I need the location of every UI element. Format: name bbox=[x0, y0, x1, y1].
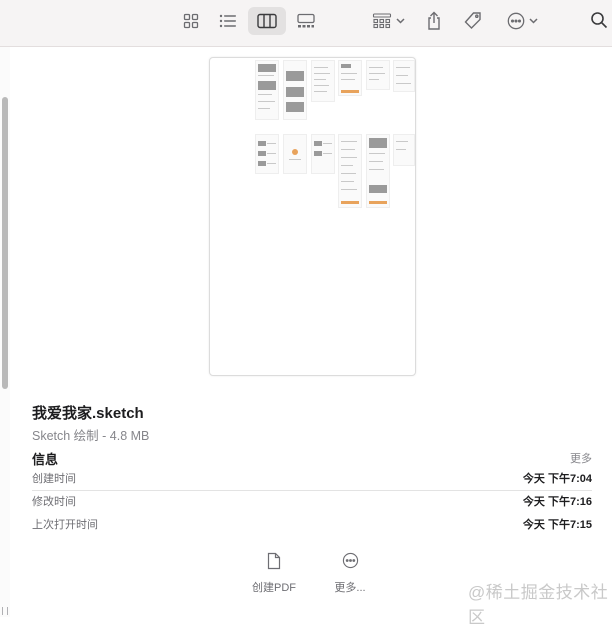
document-icon bbox=[267, 552, 281, 570]
scrollbar-thumb[interactable] bbox=[2, 97, 8, 389]
search-icon bbox=[591, 12, 608, 29]
info-row-last-opened: 上次打开时间 今天 下午7:15 bbox=[32, 514, 592, 536]
list-icon bbox=[219, 14, 236, 28]
info-row-created: 创建时间 今天 下午7:04 bbox=[32, 468, 592, 490]
more-actions-label: 更多... bbox=[334, 582, 366, 594]
column-resize-handle[interactable]: || bbox=[0, 606, 10, 616]
vertical-scrollbar[interactable] bbox=[0, 47, 10, 617]
info-row-label: 修改时间 bbox=[32, 496, 76, 508]
info-row-value: 今天 下午7:15 bbox=[522, 519, 592, 531]
create-pdf-label: 创建PDF bbox=[252, 582, 296, 594]
info-row-value: 今天 下午7:04 bbox=[522, 473, 592, 485]
artboard-thumbnail bbox=[338, 134, 362, 208]
info-row-modified: 修改时间 今天 下午7:16 bbox=[32, 491, 592, 513]
artboard-thumbnail bbox=[366, 134, 390, 208]
watermark: @稀土掘金技术社区 bbox=[468, 583, 609, 627]
ellipsis-circle-icon bbox=[342, 552, 358, 569]
search-button[interactable] bbox=[590, 11, 608, 34]
group-grid-icon bbox=[372, 13, 391, 29]
list-view-button[interactable] bbox=[215, 7, 241, 35]
create-pdf-button[interactable]: 创建PDF bbox=[239, 552, 309, 595]
artboard-thumbnail bbox=[338, 60, 362, 96]
columns-icon bbox=[257, 13, 277, 29]
share-icon bbox=[428, 11, 440, 30]
tag-icon bbox=[464, 12, 481, 29]
info-row-value: 今天 下午7:16 bbox=[522, 496, 592, 508]
icon-view-button[interactable] bbox=[178, 7, 204, 35]
artboard-thumbnail bbox=[393, 60, 415, 92]
artboard-thumbnail bbox=[311, 134, 335, 174]
column-view-button[interactable] bbox=[248, 7, 286, 35]
artboard-thumbnail bbox=[366, 60, 390, 90]
info-row-label: 创建时间 bbox=[32, 473, 76, 485]
artboard-thumbnail bbox=[255, 60, 279, 120]
file-kind-size: Sketch 绘制 - 4.8 MB bbox=[32, 429, 150, 443]
chevron-down-icon bbox=[395, 18, 405, 24]
chevron-down-icon bbox=[528, 18, 538, 24]
artboard-thumbnail bbox=[393, 134, 415, 166]
gallery-view-button[interactable] bbox=[292, 7, 320, 35]
tag-button[interactable] bbox=[460, 7, 486, 35]
group-button[interactable] bbox=[368, 7, 408, 35]
artboard-thumbnail bbox=[283, 60, 307, 120]
artboard-thumbnail bbox=[255, 134, 279, 174]
ellipsis-circle-icon bbox=[507, 12, 524, 30]
toolbar bbox=[0, 0, 612, 47]
gallery-icon bbox=[297, 13, 315, 28]
file-name: 我爱我家.sketch bbox=[32, 405, 144, 422]
artboard-thumbnail bbox=[311, 60, 335, 102]
more-actions-link[interactable]: 更多... bbox=[315, 552, 385, 595]
artboard-thumbnail bbox=[283, 134, 307, 174]
info-more-link[interactable]: 更多 bbox=[570, 450, 592, 466]
more-actions-button[interactable] bbox=[502, 7, 542, 35]
grid-icon bbox=[183, 13, 199, 29]
info-section-title: 信息 bbox=[32, 452, 59, 467]
file-preview-thumbnail[interactable] bbox=[209, 57, 416, 376]
info-row-label: 上次打开时间 bbox=[32, 519, 98, 531]
share-button[interactable] bbox=[422, 7, 446, 35]
